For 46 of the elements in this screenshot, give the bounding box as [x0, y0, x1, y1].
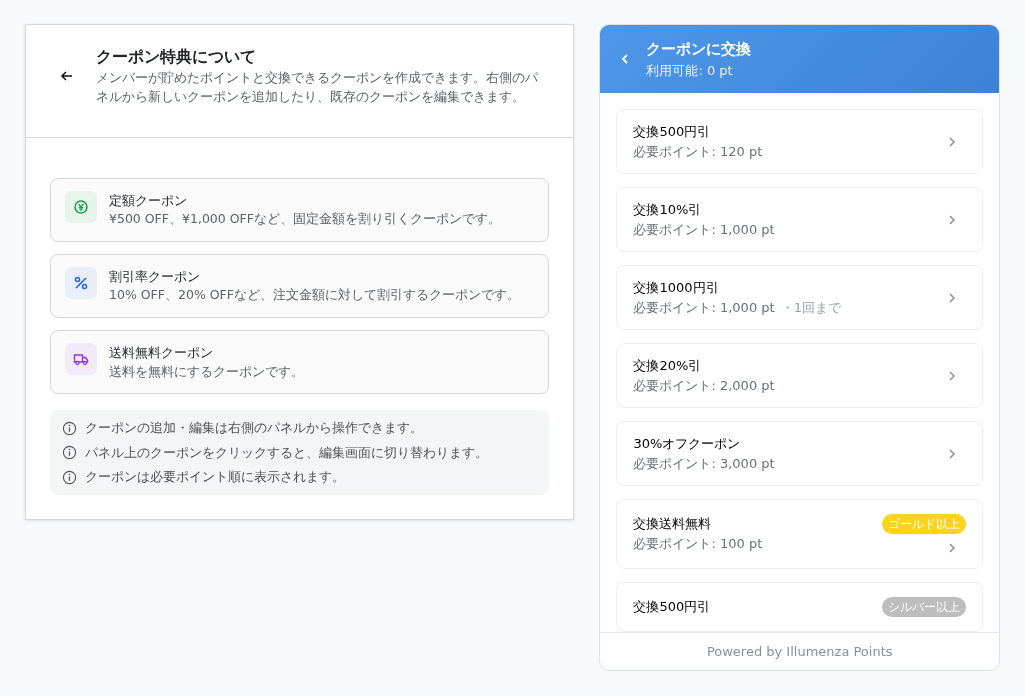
chevron-right-icon: [948, 135, 956, 148]
coupon-name: 交換送料無料: [633, 515, 713, 533]
chevron-right-icon: [948, 447, 956, 460]
panel-description: メンバーが貯めたポイントと交換できるクーポンを作成できます。右側のパネルから新しいクーポンを追加したり、既存のクーポンを編集できます。: [96, 69, 539, 106]
required-points: 必要ポイント: 1,000 pt: [633, 299, 775, 315]
coupon-item[interactable]: 30%オフクーポン 必要ポイント: 3,000 pt: [616, 421, 983, 486]
chevron-right-icon: [948, 213, 956, 226]
coupon-type-title: 定額クーポン: [109, 191, 188, 210]
note-text: パネル上のクーポンをクリックすると、編集画面に切り替わります。: [85, 443, 488, 462]
tier-badge: ゴールド以上: [882, 514, 966, 534]
required-points: 必要ポイント: 100 pt: [633, 535, 763, 551]
info-icon: [62, 445, 77, 461]
usage-limit: ・1回まで: [780, 299, 841, 315]
coupon-name: 交換500円引: [633, 123, 712, 141]
back-arrow-icon[interactable]: [60, 68, 74, 83]
coupon-name: 交換10%引: [633, 201, 703, 219]
coupon-type-description: 10% OFF、20% OFFなど、注文金額に対して割引するクーポンです。: [109, 286, 520, 305]
panel-title: クーポン特典について: [96, 46, 257, 68]
coupon-name: 30%オフクーポン: [633, 435, 742, 453]
required-points: 必要ポイント: 2,000 pt: [633, 377, 775, 393]
note-text: クーポンは必要ポイント順に表示されます。: [85, 468, 345, 487]
coupon-type-title: 送料無料クーポン: [109, 344, 214, 363]
footer-text: Powered by Illumenza Points: [600, 631, 999, 670]
coupon-type-description: ¥500 OFF、¥1,000 OFFなど、固定金額を割り引くクーポンです。: [109, 210, 501, 229]
coupon-item[interactable]: 交換1000円引 必要ポイント: 1,000 pt ・1回まで: [616, 265, 983, 330]
note-text: クーポンの追加・編集は右側のパネルから操作できます。: [85, 419, 423, 438]
panel-title: クーポンに交換: [646, 39, 752, 60]
required-points: 必要ポイント: 120 pt: [633, 143, 763, 159]
coupon-type-title: 割引率クーポン: [109, 267, 201, 286]
coupon-item[interactable]: 交換500円引 必要ポイント: 120 pt: [616, 109, 983, 174]
available-points: 利用可能: 0 pt: [646, 61, 734, 80]
info-icon: [62, 469, 77, 485]
required-points: 必要ポイント: 3,000 pt: [633, 455, 775, 471]
coupon-item[interactable]: 交換10%引 必要ポイント: 1,000 pt: [616, 187, 983, 252]
info-icon: [62, 420, 77, 436]
back-chevron-icon[interactable]: [620, 53, 631, 65]
chevron-right-icon: [948, 291, 956, 304]
coupon-type-description: 送料を無料にするクーポンです。: [109, 362, 304, 381]
chevron-right-icon: [948, 542, 956, 554]
coupon-item[interactable]: 交換送料無料 必要ポイント: 100 pt ゴールド以上: [616, 499, 983, 569]
required-points: 必要ポイント: 1,000 pt: [633, 221, 775, 237]
coupon-name: 交換500円引: [633, 598, 712, 616]
chevron-right-icon: [948, 369, 956, 382]
coupon-name: 交換20%引: [633, 357, 703, 375]
coupon-name: 交換1000円引: [633, 279, 720, 297]
coupon-item[interactable]: 交換20%引 必要ポイント: 2,000 pt: [616, 343, 983, 408]
